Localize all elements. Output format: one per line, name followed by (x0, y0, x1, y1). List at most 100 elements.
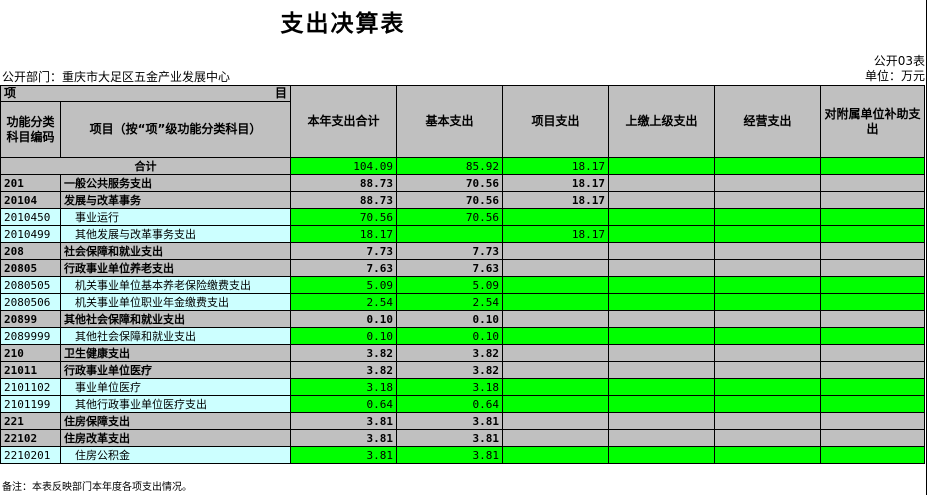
row-value (502, 242, 609, 260)
row-value (820, 174, 925, 192)
table-row: 20104 发展与改革事务 88.73 70.56 18.17 (0, 191, 925, 209)
row-value (820, 276, 925, 294)
row-value: 18.17 (502, 174, 609, 192)
row-name: 住房保障支出 (60, 412, 291, 430)
total-row: 合计 104.09 85.92 18.17 (0, 157, 925, 175)
row-code: 201 (0, 174, 61, 192)
row-value (608, 293, 715, 311)
row-value (714, 242, 821, 260)
row-value (820, 259, 925, 277)
row-value: 3.82 (396, 361, 503, 379)
row-value (502, 446, 609, 464)
row-value (502, 378, 609, 396)
row-value (502, 208, 609, 226)
row-value (608, 361, 715, 379)
table-row: 22102 住房改革支出 3.81 3.81 (0, 429, 925, 447)
table-row: 201 一般公共服务支出 88.73 70.56 18.17 (0, 174, 925, 192)
row-code: 2080505 (0, 276, 61, 294)
row-value: 70.56 (396, 208, 503, 226)
row-value (608, 344, 715, 362)
row-value: 2.54 (290, 293, 397, 311)
row-value (608, 225, 715, 243)
row-name: 一般公共服务支出 (60, 174, 291, 192)
table-row: 2010499 其他发展与改革事务支出 18.17 18.17 (0, 225, 925, 243)
row-value (608, 276, 715, 294)
row-value: 70.56 (396, 191, 503, 209)
row-value (502, 395, 609, 413)
row-value (502, 429, 609, 447)
row-code: 20899 (0, 310, 61, 328)
header-corner-left: 项 (4, 86, 17, 101)
row-value (714, 310, 821, 328)
table-row: 221 住房保障支出 3.81 3.81 (0, 412, 925, 430)
row-value: 0.10 (396, 310, 503, 328)
row-value (608, 412, 715, 430)
row-code: 210 (0, 344, 61, 362)
row-name: 发展与改革事务 (60, 191, 291, 209)
total-cell (608, 157, 715, 175)
row-value (714, 344, 821, 362)
row-value (820, 446, 925, 464)
total-cell: 104.09 (290, 157, 397, 175)
row-value: 18.17 (290, 225, 397, 243)
row-value (714, 395, 821, 413)
table-row: 2080505 机关事业单位基本养老保险缴费支出 5.09 5.09 (0, 276, 925, 294)
header-col-project: 项目支出 (502, 85, 609, 158)
department-label: 公开部门：重庆市大足区五金产业发展中心 (2, 70, 231, 84)
row-value (502, 293, 609, 311)
row-value: 0.10 (396, 327, 503, 345)
row-value (714, 327, 821, 345)
row-value: 0.64 (290, 395, 397, 413)
row-name: 卫生健康支出 (60, 344, 291, 362)
table-row: 20805 行政事业单位养老支出 7.63 7.63 (0, 259, 925, 277)
row-name: 事业运行 (60, 208, 291, 226)
row-value: 18.17 (502, 191, 609, 209)
row-value: 3.81 (290, 446, 397, 464)
row-value: 70.56 (396, 174, 503, 192)
table-row: 2010450 事业运行 70.56 70.56 (0, 208, 925, 226)
total-cell: 85.92 (396, 157, 503, 175)
row-value: 3.18 (396, 378, 503, 396)
row-name: 其他社会保障和就业支出 (60, 310, 291, 328)
row-name: 社会保障和就业支出 (60, 242, 291, 260)
row-value (608, 242, 715, 260)
row-name: 行政事业单位医疗 (60, 361, 291, 379)
row-name: 行政事业单位养老支出 (60, 259, 291, 277)
row-value (820, 344, 925, 362)
row-value (820, 310, 925, 328)
row-code: 21011 (0, 361, 61, 379)
row-value (820, 225, 925, 243)
table-row: 21011 行政事业单位医疗 3.82 3.82 (0, 361, 925, 379)
row-value: 0.64 (396, 395, 503, 413)
header-corner-cell: 项 目 (0, 85, 291, 102)
row-value (714, 259, 821, 277)
row-value (714, 429, 821, 447)
header-col-subsidy: 对附属单位补助支出 (820, 85, 925, 158)
row-value (714, 293, 821, 311)
row-value (608, 310, 715, 328)
row-value (608, 259, 715, 277)
row-code: 20104 (0, 191, 61, 209)
row-name: 机关事业单位基本养老保险缴费支出 (60, 276, 291, 294)
row-value (608, 174, 715, 192)
row-value: 3.82 (290, 344, 397, 362)
row-value: 7.63 (396, 259, 503, 277)
row-value: 7.73 (290, 242, 397, 260)
row-value: 7.63 (290, 259, 397, 277)
header-col-basic: 基本支出 (396, 85, 503, 158)
row-value: 2.54 (396, 293, 503, 311)
row-value (820, 429, 925, 447)
row-value (396, 225, 503, 243)
table-row: 2101102 事业单位医疗 3.18 3.18 (0, 378, 925, 396)
row-value (608, 395, 715, 413)
row-value (714, 412, 821, 430)
row-value: 0.10 (290, 310, 397, 328)
expenditure-table: 项 目 本年支出合计 基本支出 项目支出 上缴上级支出 经营支出 对附属单位补助… (0, 85, 925, 464)
table-row: 20899 其他社会保障和就业支出 0.10 0.10 (0, 310, 925, 328)
row-name: 其他发展与改革事务支出 (60, 225, 291, 243)
row-value: 3.82 (396, 344, 503, 362)
row-value (714, 208, 821, 226)
row-value (820, 208, 925, 226)
row-value: 3.81 (290, 412, 397, 430)
row-name: 机关事业单位职业年金缴费支出 (60, 293, 291, 311)
